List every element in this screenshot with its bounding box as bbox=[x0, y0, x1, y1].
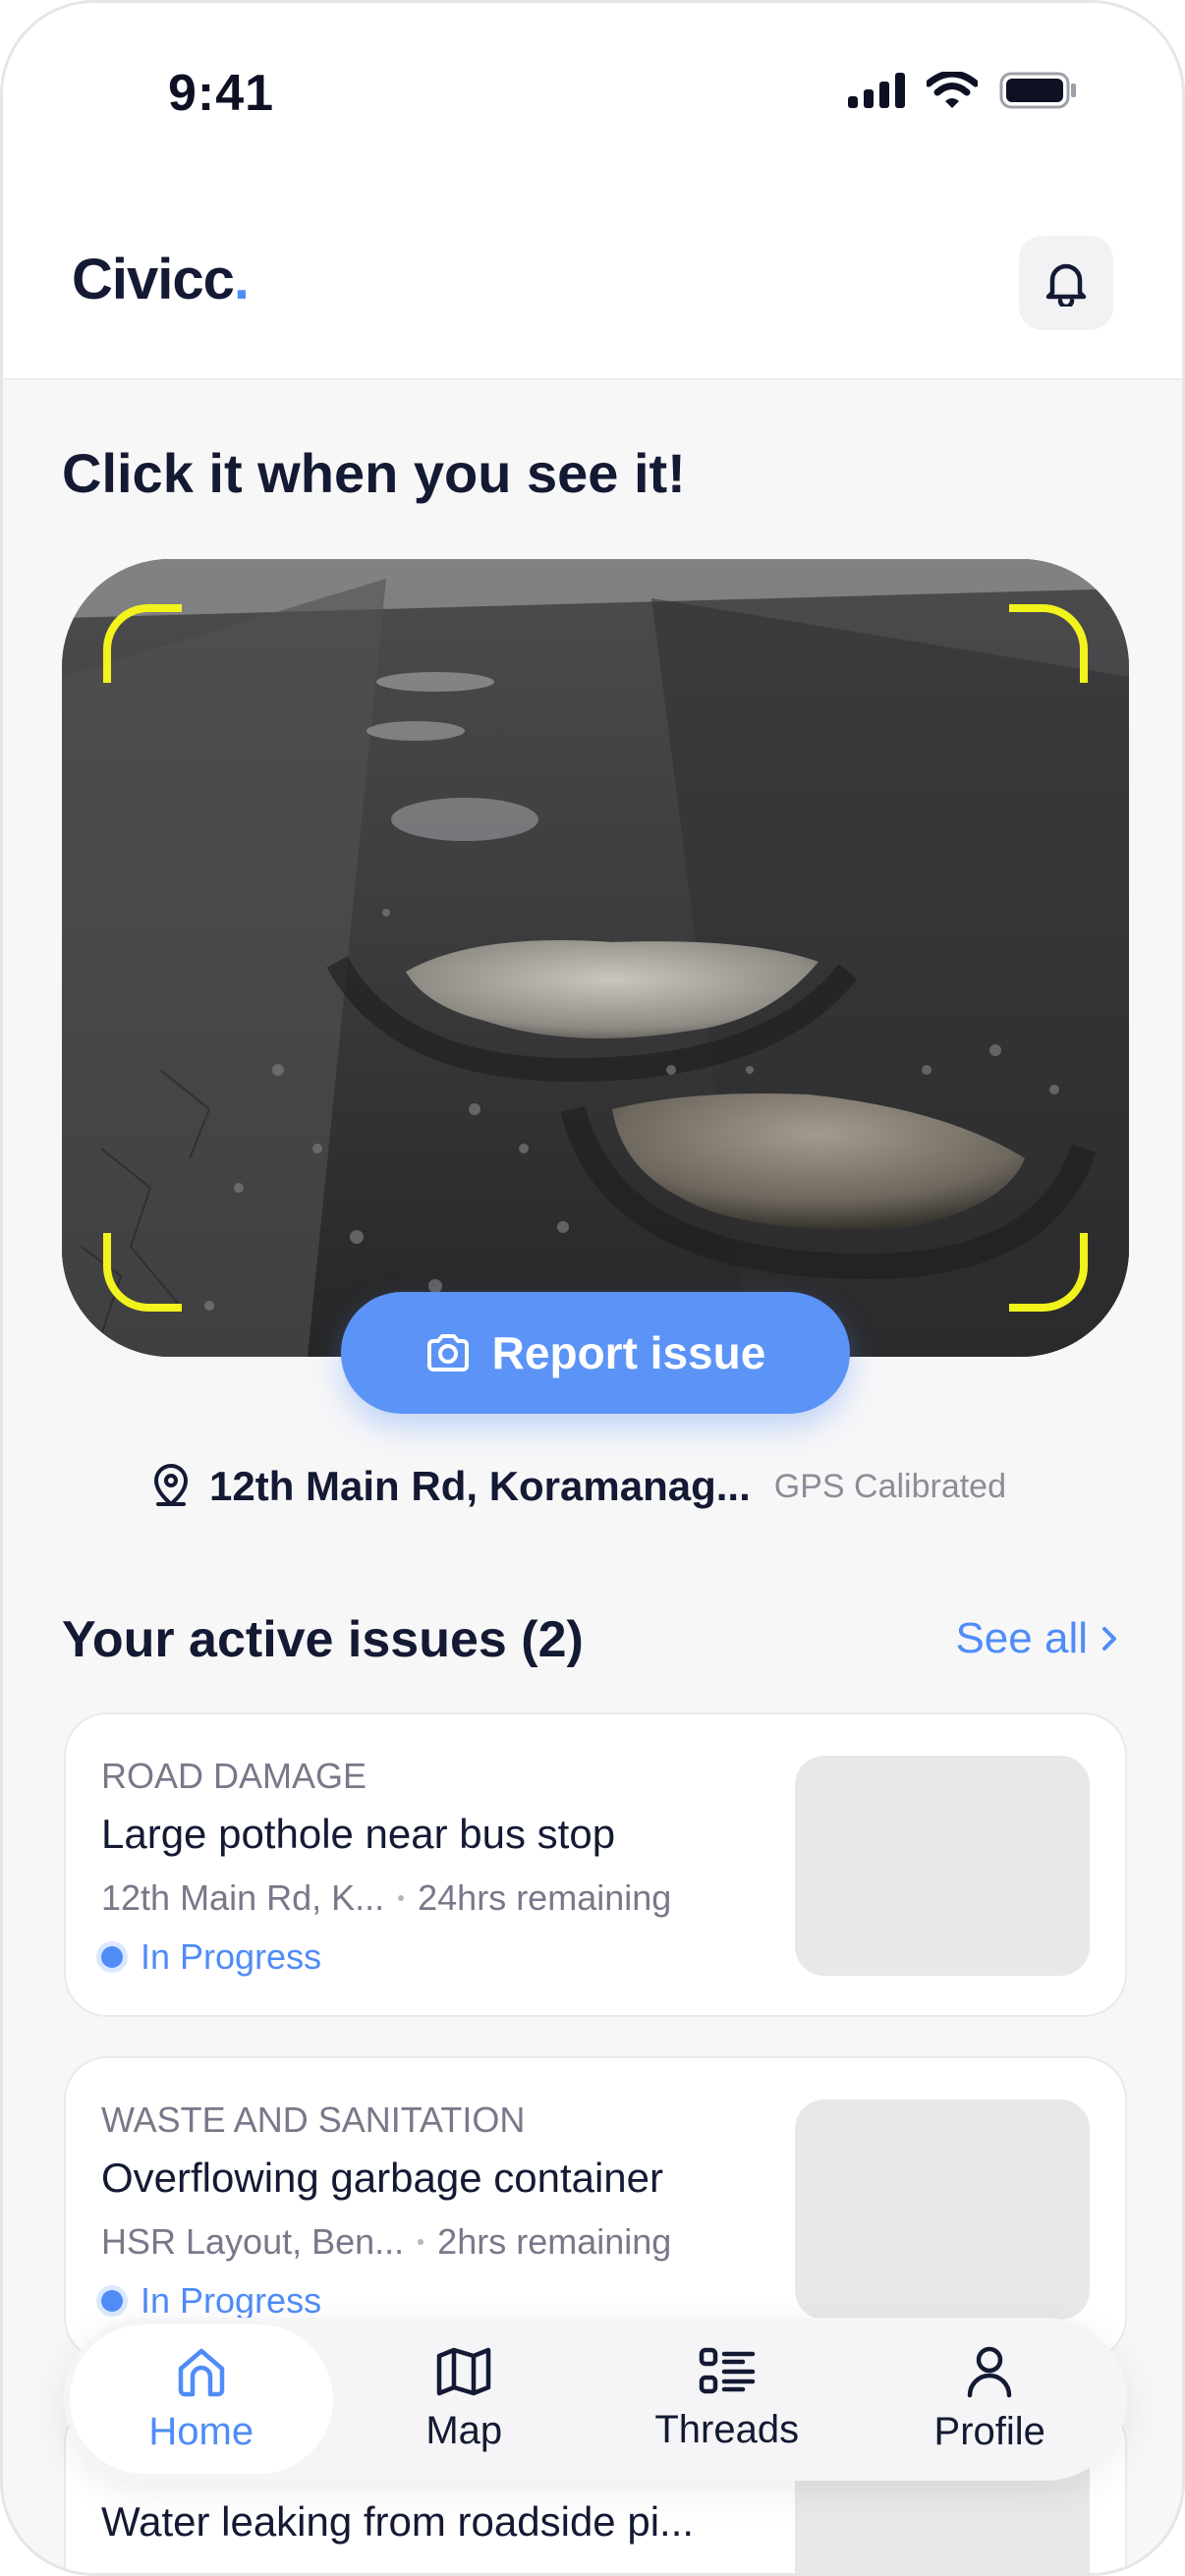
notifications-button[interactable] bbox=[1019, 236, 1113, 330]
location-row: 12th Main Rd, Koramanag... GPS Calibrate… bbox=[150, 1463, 1006, 1510]
status-bar: 9:41 bbox=[3, 3, 1182, 192]
active-issues-title: Your active issues (2) bbox=[62, 1611, 584, 1668]
status-dot-icon bbox=[101, 1946, 123, 1968]
issue-status-label: In Progress bbox=[141, 1936, 322, 1977]
map-icon bbox=[437, 2347, 491, 2395]
meta-separator bbox=[418, 2239, 424, 2245]
report-issue-button[interactable]: Report issue bbox=[341, 1292, 850, 1414]
issue-address: HSR Layout, Ben... bbox=[101, 2221, 405, 2262]
home-icon bbox=[178, 2348, 224, 2396]
issue-time-remaining: 24hrs remaining bbox=[418, 1877, 672, 1918]
bell-icon bbox=[1045, 263, 1087, 307]
issue-meta: HSR Layout, Ben... 2hrs remaining bbox=[101, 2221, 671, 2263]
issue-status-label: In Progress bbox=[141, 2280, 322, 2321]
nav-item-threads[interactable]: Threads bbox=[595, 2324, 859, 2474]
chevron-right-icon bbox=[1102, 1627, 1116, 1651]
issue-title: Overflowing garbage container bbox=[101, 2155, 664, 2201]
issue-title: Water leaking from roadside pi... bbox=[101, 2498, 695, 2545]
issue-category: WASTE AND SANITATION bbox=[101, 2100, 526, 2140]
cellular-signal-icon bbox=[848, 73, 905, 108]
see-all-label: See all bbox=[955, 1614, 1088, 1662]
bottom-nav: Home Map Threads Profile bbox=[64, 2318, 1127, 2481]
issue-address: 12th Main Rd, K... bbox=[101, 1877, 385, 1918]
see-all-link[interactable]: See all bbox=[955, 1614, 1117, 1663]
wifi-icon bbox=[927, 72, 978, 108]
issue-thumbnail bbox=[795, 2100, 1090, 2320]
issue-category: ROAD DAMAGE bbox=[101, 1756, 367, 1796]
nav-item-profile[interactable]: Profile bbox=[859, 2324, 1122, 2474]
meta-separator bbox=[398, 1895, 405, 1901]
phone-screen: 9:41 Civicc. Click it when you see it! R… bbox=[0, 0, 1185, 2576]
location-pin-icon bbox=[154, 1464, 188, 1506]
nav-label-profile: Profile bbox=[933, 2409, 1045, 2453]
threads-icon bbox=[699, 2347, 755, 2393]
issue-thumbnail bbox=[795, 1756, 1090, 1976]
nav-label-home: Home bbox=[148, 2409, 254, 2453]
report-issue-label: Report issue bbox=[491, 1327, 766, 1378]
issue-title: Large pothole near bus stop bbox=[101, 1811, 616, 1857]
issue-meta: 12th Main Rd, K... 24hrs remaining bbox=[101, 1877, 671, 1919]
nav-label-map: Map bbox=[425, 2408, 503, 2452]
app-logo: Civicc. bbox=[72, 248, 250, 311]
nav-label-threads: Threads bbox=[654, 2407, 800, 2451]
app-header: Civicc. bbox=[3, 192, 1182, 380]
road-pothole-image bbox=[62, 559, 1129, 1357]
hero-title: Click it when you see it! bbox=[62, 442, 686, 504]
camera-viewfinder[interactable] bbox=[62, 559, 1129, 1357]
status-icons bbox=[848, 72, 1078, 109]
issue-status: In Progress bbox=[101, 2280, 321, 2322]
issue-card[interactable]: ROAD DAMAGE Large pothole near bus stop … bbox=[64, 1712, 1127, 2017]
status-dot-icon bbox=[101, 2290, 123, 2312]
location-address: 12th Main Rd, Koramanag... bbox=[209, 1463, 751, 1509]
nav-item-map[interactable]: Map bbox=[333, 2324, 596, 2474]
gps-status: GPS Calibrated bbox=[773, 1467, 1006, 1505]
profile-icon bbox=[968, 2346, 1012, 2397]
nav-item-home[interactable]: Home bbox=[70, 2324, 333, 2474]
camera-icon bbox=[426, 1334, 469, 1372]
issue-status: In Progress bbox=[101, 1936, 321, 1978]
battery-icon bbox=[999, 72, 1076, 109]
issue-time-remaining: 2hrs remaining bbox=[437, 2221, 672, 2262]
status-time: 9:41 bbox=[168, 65, 275, 122]
issue-card[interactable]: WASTE AND SANITATION Overflowing garbage… bbox=[64, 2056, 1127, 2361]
